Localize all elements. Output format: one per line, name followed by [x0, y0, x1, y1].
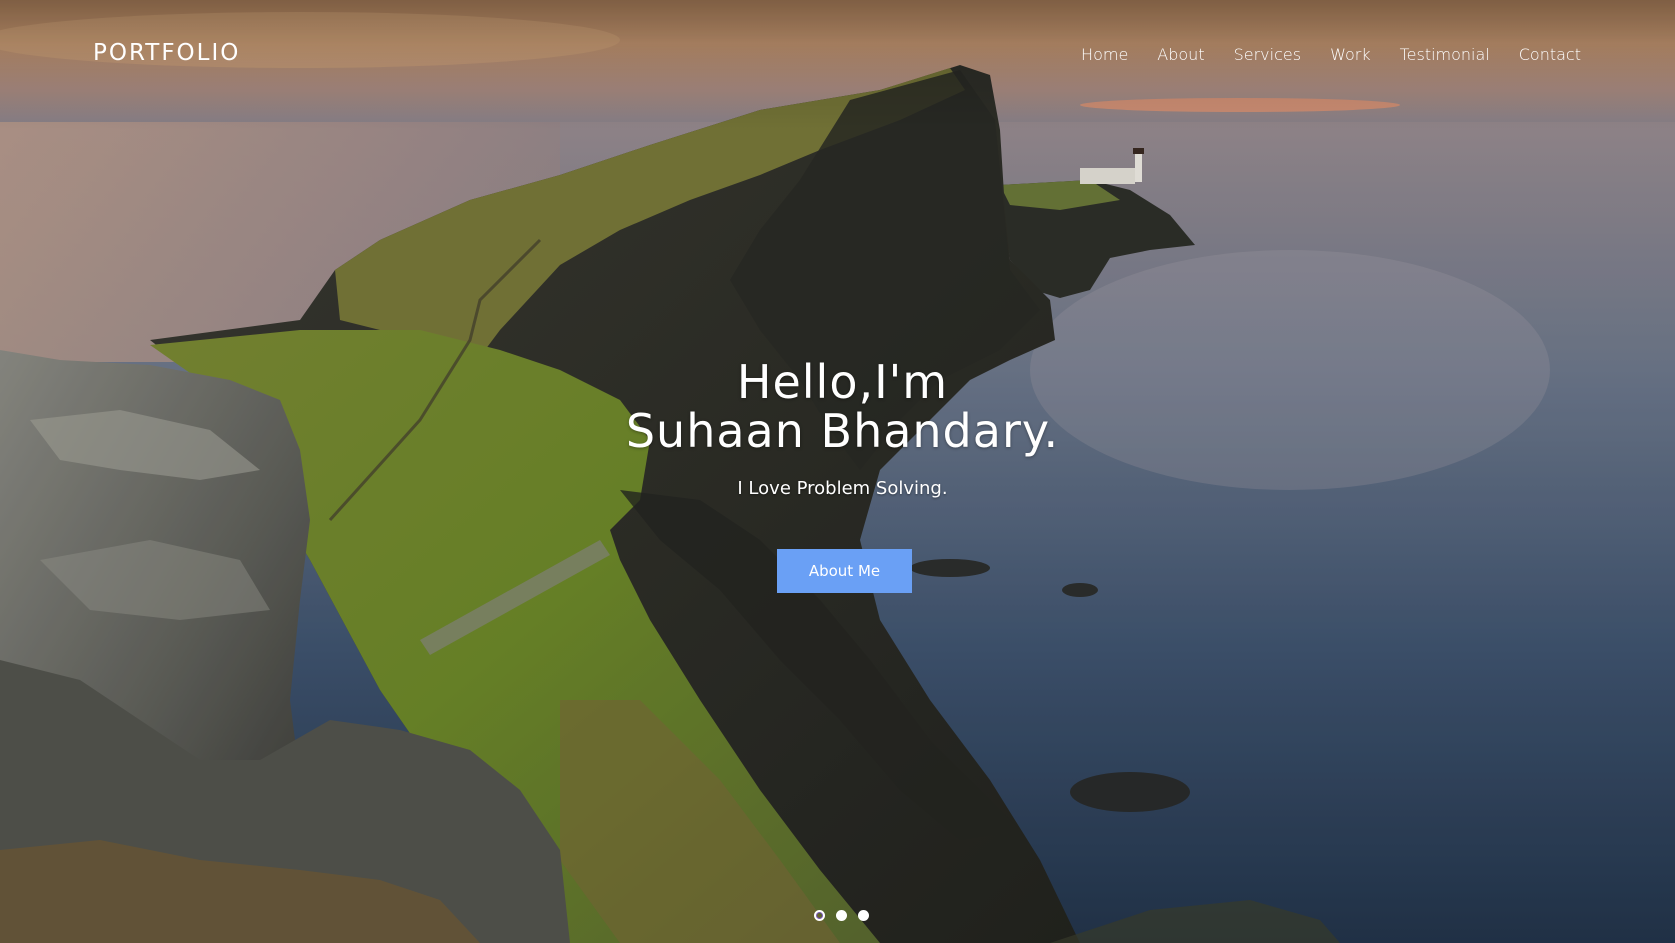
nav-item-about: About	[1157, 45, 1204, 64]
slide-dot-2[interactable]	[836, 910, 847, 921]
nav-item-services: Services	[1234, 45, 1301, 64]
nav-item-home: Home	[1081, 45, 1128, 64]
top-navbar: PORTFOLIO Home About Services Work Testi…	[0, 0, 1675, 112]
slide-dot-3[interactable]	[858, 910, 869, 921]
hero-heading-line2: Suhaan Bhandary.	[625, 404, 1060, 458]
nav-link-services[interactable]: Services	[1234, 45, 1301, 64]
nav-item-contact: Contact	[1519, 45, 1581, 64]
nav-link-work[interactable]: Work	[1330, 45, 1371, 64]
slide-pagination	[814, 910, 869, 921]
hero-heading-line1: Hello,I'm	[736, 355, 949, 409]
nav-link-testimonial[interactable]: Testimonial	[1400, 45, 1490, 64]
slide-dot-1[interactable]	[814, 910, 825, 921]
nav-link-home[interactable]: Home	[1081, 45, 1128, 64]
brand-logo[interactable]: PORTFOLIO	[93, 40, 240, 66]
hero-section: PORTFOLIO Home About Services Work Testi…	[0, 0, 1675, 943]
nav-link-contact[interactable]: Contact	[1519, 45, 1581, 64]
hero-heading: Hello,I'm Suhaan Bhandary.	[0, 358, 1675, 456]
hero-content: Hello,I'm Suhaan Bhandary. I Love Proble…	[0, 358, 1675, 500]
about-me-button[interactable]: About Me	[777, 549, 912, 593]
nav-item-work: Work	[1330, 45, 1371, 64]
nav-item-testimonial: Testimonial	[1400, 45, 1490, 64]
nav-link-about[interactable]: About	[1157, 45, 1204, 64]
hero-tagline: I Love Problem Solving.	[737, 478, 948, 499]
nav-menu: Home About Services Work Testimonial Con…	[1081, 45, 1581, 64]
